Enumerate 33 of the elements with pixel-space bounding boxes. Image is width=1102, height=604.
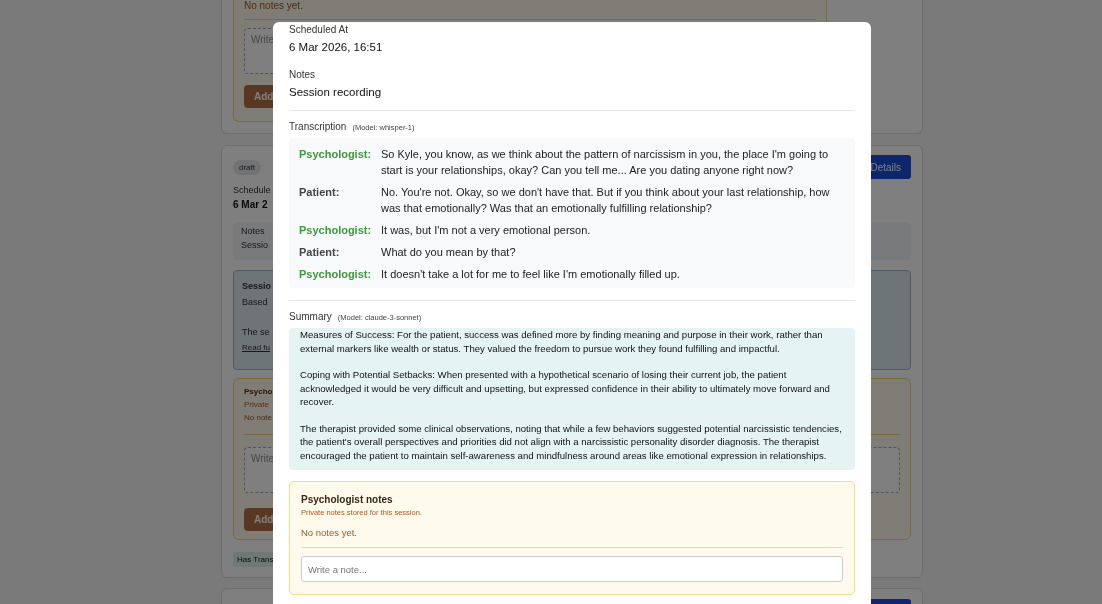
- summary-text: The se: [242, 327, 270, 337]
- summary-title: Summary: [289, 311, 332, 322]
- summary-paragraph: Coping with Potential Setbacks: When presented with a hypothetical scenario of losing their current job, the patient acknowledged it would be very difficult and upsetting, but expressed confidence in their ability to ultimately move forward and recover.: [300, 368, 831, 409]
- notes-title: Psychologist notes: [301, 494, 393, 505]
- transcript-text: It was, but I'm not a very emotional person.: [381, 223, 591, 238]
- transcript-text: No. You're not. Okay, so we don't have that. But if you think about your last relationship, how was that emotionally? Was that an emotionally fulfilling relationship?: [381, 185, 831, 216]
- speaker-label: Patient:: [299, 185, 341, 200]
- notes-label: Notes: [289, 69, 316, 80]
- transcript-text: It doesn't take a lot for me to feel like I'm emotionally filled up.: [381, 267, 680, 282]
- speaker-label: Psychologist:: [299, 267, 373, 282]
- speaker-label: Patient:: [299, 245, 341, 260]
- scheduled-label: Schedule: [233, 185, 271, 195]
- scheduled-label: Scheduled At: [289, 24, 348, 35]
- notes-subtitle: Private: [244, 400, 269, 409]
- transcript-text: So Kyle, you know, as we think about the pattern of narcissism in you, the place I'm going to start is your relationships, okay? Can you tell me... Are you dating anyone right now?: [381, 147, 830, 178]
- transcription-title: Transcription: [289, 121, 347, 132]
- notes-value: Session recording: [289, 86, 382, 98]
- scheduled-date: 6 Mar 2026, 16:51: [289, 41, 383, 53]
- notes-value: Sessio: [241, 240, 268, 250]
- transcript-text: What do you mean by that?: [381, 245, 516, 260]
- notes-label: Notes: [241, 226, 265, 236]
- summary-paragraph: Measures of Success: For the patient, success was defined more by finding meaning and purpose in their work, rather than external markers like wealth or status. They valued the freedom to pursue work they found fulfilling and impactful.: [300, 328, 824, 355]
- speaker-label: Psychologist:: [299, 223, 373, 238]
- empty-notes-text: No note: [244, 413, 273, 422]
- empty-notes-text: No notes yet.: [244, 0, 303, 11]
- speaker-label: Psychologist:: [299, 147, 373, 162]
- scheduled-date: 6 Mar 2: [233, 199, 268, 210]
- summary-text: Based: [242, 297, 268, 307]
- notes-title: Psycho: [244, 387, 273, 396]
- summary-title: Sessio: [242, 281, 272, 291]
- empty-notes-text: No notes yet.: [301, 527, 357, 538]
- summary-paragraph: The therapist provided some clinical observations, noting that while a few behaviors suggested potential narcissistic tendencies, the patient's overall perspectives and priorities did not align with a narcissistic personality disorder diagnosis. The therapist encouraged the patient to maintain self-awareness and mindfulness around areas like emotional expression in relationships.: [300, 421, 843, 462]
- status-badge: draft: [233, 159, 261, 175]
